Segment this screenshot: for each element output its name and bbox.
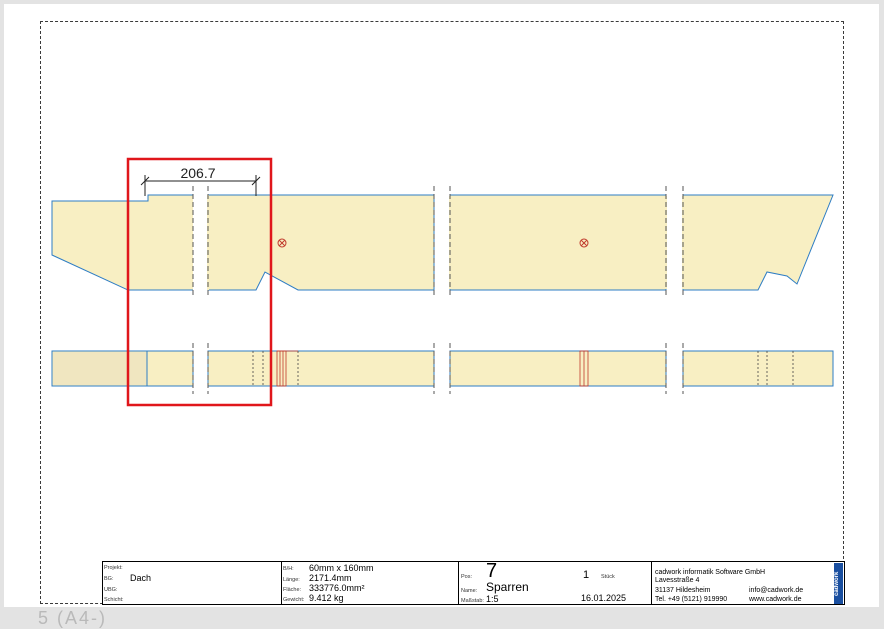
tb-company-section: cadwork informatik Software GmbH Lavesst… [651, 562, 844, 604]
tb-gewicht-label: Gewicht: [283, 597, 305, 603]
cadwork-logo: cadwork [834, 563, 843, 604]
tb-massstab-value: 1:5 [486, 594, 499, 604]
tb-stueck-label: Stück [601, 574, 615, 580]
tb-company-email: info@cadwork.de [749, 587, 804, 594]
tb-bg-label: BG: [104, 576, 114, 582]
tb-gewicht-value: 9.412 kg [309, 593, 344, 603]
rafter-elevation-segment-1 [51, 194, 193, 291]
rafter-plan-shaded [53, 352, 147, 385]
tb-project-section: Projekt: BG: Dach UBG: Schicht: [103, 562, 282, 604]
tb-stueck-value: 1 [583, 569, 590, 581]
rafter-elevation[interactable] [51, 186, 834, 298]
tb-company-web: www.cadwork.de [749, 596, 802, 603]
tb-pos-label: Pos: [461, 574, 473, 580]
title-block: Projekt: BG: Dach UBG: Schicht: B/H: 60m… [102, 560, 845, 605]
tb-position-section: Pos: 7 Name: Sparren Maßstab: 1:5 1 Stüc… [458, 560, 652, 604]
tb-schicht-label: Schicht: [104, 597, 124, 603]
tb-bh-value: 60mm x 160mm [309, 563, 374, 573]
rafter-elevation-segment-2 [207, 194, 435, 291]
dimension-text: 206.7 [180, 165, 215, 181]
tb-laenge-label: Länge: [283, 577, 300, 583]
tb-company-city: 31137 Hildesheim [655, 587, 711, 594]
rafter-elevation-segment-3 [449, 194, 667, 291]
tb-dimensions-section: B/H: 60mm x 160mm Länge: 2171.4mm Fläche… [281, 562, 459, 604]
tb-flaeche-label: Fläche: [283, 587, 302, 593]
rafter-elevation-segment-4 [682, 194, 834, 291]
tb-bh-label: B/H: [283, 566, 294, 572]
rafter-plan-segment-3 [449, 350, 667, 387]
tb-massstab-label: Maßstab: [461, 598, 484, 604]
tb-ubg-label: UBG: [104, 587, 118, 593]
tb-projekt-label: Projekt: [104, 565, 123, 571]
tb-name-value: Sparren [486, 580, 529, 594]
dimension-line[interactable]: 206.7 [140, 165, 261, 196]
tb-company-name: cadwork informatik Software GmbH [655, 569, 766, 576]
tb-bg-value: Dach [130, 573, 152, 583]
drawing-canvas[interactable]: 206.7 [0, 0, 884, 626]
rafter-plan-segment-2 [207, 350, 435, 387]
tb-laenge-value: 2171.4mm [309, 573, 352, 583]
tb-name-label: Name: [461, 588, 478, 594]
tb-flaeche-value: 333776.0mm² [309, 583, 365, 593]
tb-company-phone: Tel. +49 (5121) 919990 [655, 596, 728, 603]
tb-company-street: Lavesstraße 4 [655, 577, 700, 584]
rafter-plan[interactable] [51, 343, 834, 394]
tb-date-value: 16.01.2025 [581, 593, 627, 603]
